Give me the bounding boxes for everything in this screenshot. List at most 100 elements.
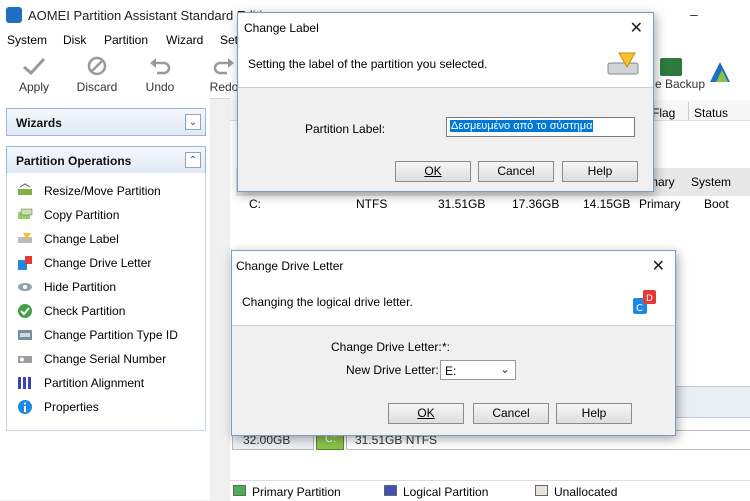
dialog-header-band: Setting the label of the partition you s… <box>238 43 653 88</box>
dialog-title: Change Drive Letter <box>236 259 344 273</box>
legend-primary: Primary Partition <box>252 485 341 499</box>
help-button[interactable]: Help <box>562 161 638 182</box>
chevron-down-icon: ⌄ <box>499 362 510 376</box>
properties-icon <box>18 400 32 414</box>
close-icon[interactable]: ✕ <box>630 18 643 38</box>
partition-label-value: Δεσμευμένο από το σύστημα <box>450 120 594 132</box>
op-label: Partition Alignment <box>44 376 145 390</box>
change-label-dialog: Change Label ✕ Setting the label of the … <box>237 12 654 192</box>
row-partition: C: <box>249 197 261 211</box>
op-label: Properties <box>44 400 99 414</box>
row-status: Boot <box>704 197 729 211</box>
wizards-title: Wizards <box>16 116 62 130</box>
app-logo-icon <box>6 7 22 23</box>
hide-icon <box>18 283 32 291</box>
op-label: Change Serial Number <box>44 352 167 366</box>
apply-icon <box>23 57 46 76</box>
op-label: Hide Partition <box>44 280 117 294</box>
row-used: 17.36GB <box>512 197 560 211</box>
column-header-status[interactable]: Status <box>694 106 728 120</box>
op-label: Resize/Move Partition <box>44 184 161 198</box>
new-letter-value: E: <box>445 364 457 378</box>
chevron-down-icon[interactable]: ⌄ <box>185 114 201 130</box>
current-letter-value: *: <box>442 340 451 354</box>
type-id-icon <box>18 330 32 340</box>
drive-letter-icon: CD <box>633 290 656 314</box>
disk-map-strip <box>672 386 750 418</box>
svg-text:C: C <box>636 303 643 314</box>
legend-unallocated: Unallocated <box>554 485 618 499</box>
drive-letter-icon <box>18 256 32 270</box>
redo-icon <box>213 58 234 75</box>
apply-label: Apply <box>18 80 50 94</box>
ok-button[interactable]: OK <box>395 161 471 182</box>
undo-label: Undo <box>145 80 175 94</box>
dialog-title: Change Label <box>244 21 319 35</box>
row-type: Primary <box>639 197 681 211</box>
wizards-header[interactable]: Wizards ⌄ <box>6 108 206 136</box>
cancel-label: Cancel <box>497 164 535 178</box>
column-separator <box>688 102 689 120</box>
row-free: 14.15GB <box>583 197 631 211</box>
dialog-header-band: Changing the logical drive letter. CD <box>232 281 675 326</box>
column-header-flag[interactable]: Flag <box>652 106 675 120</box>
partition-operations-title: Partition Operations <box>16 154 132 168</box>
partition-operations-header[interactable]: Partition Operations ⌃ <box>6 146 206 174</box>
legend-logical: Logical Partition <box>403 485 489 499</box>
copy-icon <box>18 208 33 219</box>
disk-header-system: System <box>691 175 732 189</box>
app-title: AOMEI Partition Assistant Standard Editi <box>28 8 263 23</box>
check-icon <box>18 304 32 318</box>
legend: Primary Partition Logical Partition Unal… <box>230 480 750 501</box>
label-icon <box>18 233 32 243</box>
serial-icon <box>18 356 32 363</box>
menu-partition[interactable]: Partition <box>104 33 148 47</box>
help-button[interactable]: Help <box>556 403 632 424</box>
logical-swatch <box>384 485 397 496</box>
apply-button[interactable]: Apply <box>6 50 62 96</box>
alignment-icon <box>18 377 31 389</box>
partition-label-input[interactable]: Δεσμευμένο από το σύστημα <box>446 117 635 137</box>
operations-list: Resize/Move Partition Copy Partition Cha… <box>6 173 206 431</box>
ok-label: OK <box>424 164 442 178</box>
op-label: Change Drive Letter <box>44 256 152 270</box>
dialog-description: Changing the logical drive letter. <box>242 295 413 309</box>
help-label: Help <box>587 164 613 178</box>
ok-button[interactable]: OK <box>388 403 464 424</box>
partition-label-caption: Partition Label: <box>305 122 386 136</box>
resize-icon <box>18 183 32 195</box>
dialog-titlebar: Change Label ✕ <box>238 13 653 43</box>
menu-settings[interactable]: Set <box>220 33 238 47</box>
backup-icon[interactable] <box>660 58 682 76</box>
new-letter-select[interactable]: E: ⌄ <box>440 360 516 380</box>
minimize-button[interactable]: – <box>690 6 704 22</box>
unallocated-swatch <box>535 485 548 496</box>
primary-swatch <box>233 485 246 496</box>
cancel-button[interactable]: Cancel <box>473 403 549 424</box>
undo-icon <box>150 58 171 75</box>
dialog-titlebar: Change Drive Letter ✕ <box>232 251 675 281</box>
change-drive-letter-dialog: Change Drive Letter ✕ Changing the logic… <box>231 250 676 436</box>
svg-text:D: D <box>646 294 653 304</box>
op-label: Copy Partition <box>44 208 120 222</box>
label-icon <box>607 52 639 75</box>
discard-icon <box>87 56 107 76</box>
menu-disk[interactable]: Disk <box>63 33 86 47</box>
op-label: Check Partition <box>44 304 126 318</box>
backup-label[interactable]: e Backup <box>655 77 705 91</box>
chevron-up-icon[interactable]: ⌃ <box>185 152 201 168</box>
current-letter-caption: Change Drive Letter: <box>331 340 442 354</box>
menu-wizard[interactable]: Wizard <box>166 33 203 47</box>
dialog-description: Setting the label of the partition you s… <box>248 57 488 71</box>
op-label: Change Partition Type ID <box>44 328 178 342</box>
cancel-button[interactable]: Cancel <box>478 161 554 182</box>
discard-button[interactable]: Discard <box>69 50 125 96</box>
discard-label: Discard <box>76 80 118 94</box>
row-filesystem: NTFS <box>356 197 388 211</box>
undo-button[interactable]: Undo <box>132 50 188 96</box>
close-icon[interactable]: ✕ <box>652 256 665 276</box>
cancel-label: Cancel <box>492 406 530 420</box>
row-capacity: 31.51GB <box>438 197 486 211</box>
menu-system[interactable]: System <box>7 33 47 47</box>
left-panel: Wizards ⌄ Partition Operations ⌃ Resize/… <box>0 98 210 500</box>
